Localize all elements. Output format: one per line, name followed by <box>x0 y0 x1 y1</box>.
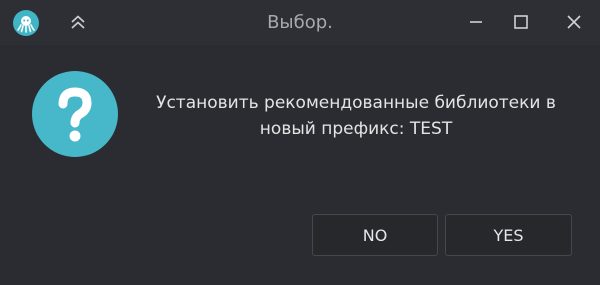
minimize-icon[interactable] <box>463 9 489 35</box>
title-bar[interactable]: Выбор. <box>0 0 600 45</box>
dialog-message: Установить рекомендованные библиотеки в … <box>156 93 556 139</box>
dialog-window: Выбор. Установить рекомендованные библио… <box>0 0 600 285</box>
no-button[interactable]: NO <box>312 214 438 256</box>
close-icon[interactable] <box>561 9 587 35</box>
chevron-up-icon[interactable] <box>66 10 90 34</box>
wine-octopus-icon <box>13 10 39 36</box>
yes-button[interactable]: YES <box>445 214 572 256</box>
question-icon <box>32 71 118 157</box>
maximize-icon[interactable] <box>508 9 534 35</box>
